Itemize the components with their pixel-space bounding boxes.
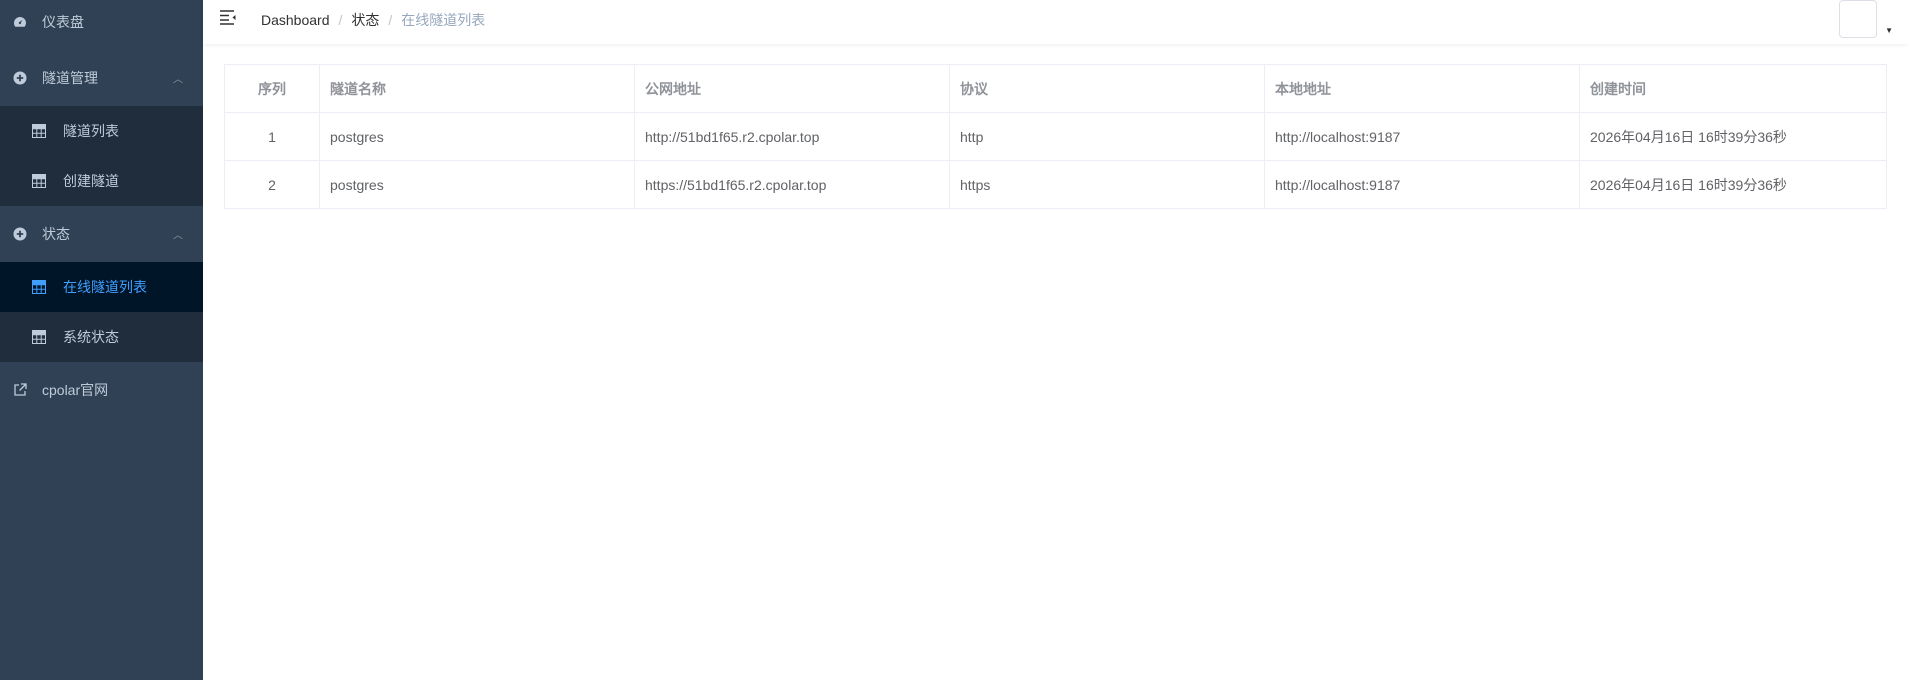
sidebar-item-tunnel-list[interactable]: 隧道列表 — [0, 106, 203, 156]
breadcrumb-separator: / — [338, 12, 343, 28]
sidebar: 仪表盘 隧道管理 ︿ 隧道列表 创建隧道 状态 ︿ 在线隧道列表 系统状态 cp… — [0, 0, 203, 680]
cell-public-url: http://51bd1f65.r2.cpolar.top — [634, 112, 950, 161]
cell-local-address: http://localhost:9187 — [1264, 112, 1580, 161]
sidebar-item-create-tunnel[interactable]: 创建隧道 — [0, 156, 203, 206]
menu-label-dashboard: 仪表盘 — [42, 14, 84, 30]
grid-icon — [32, 330, 46, 344]
hamburger-icon[interactable] — [219, 8, 237, 26]
dashboard-icon — [12, 14, 28, 30]
sidebar-label-create-tunnel: 创建隧道 — [63, 173, 119, 189]
menu-label-cpolar-website: cpolar官网 — [42, 382, 109, 398]
sidebar-item-online-tunnels[interactable]: 在线隧道列表 — [0, 262, 203, 312]
cell-local-address: http://localhost:9187 — [1264, 160, 1580, 209]
cell-public-url: https://51bd1f65.r2.cpolar.top — [634, 160, 950, 209]
column-header-created-time: 创建时间 — [1579, 64, 1887, 113]
breadcrumb-dashboard[interactable]: Dashboard — [261, 12, 330, 28]
sidebar-label-tunnel-list: 隧道列表 — [63, 123, 119, 139]
sidebar-label-system-status: 系统状态 — [63, 329, 119, 345]
cell-index: 2 — [224, 160, 320, 209]
menu-item-status[interactable]: 状态 ︿ — [0, 206, 203, 262]
table-header-row: 序列 隧道名称 公网地址 协议 本地地址 创建时间 — [224, 64, 1887, 113]
sidebar-label-online-tunnels: 在线隧道列表 — [63, 279, 147, 295]
breadcrumb-status: 状态 — [351, 12, 380, 28]
plus-circle-icon — [12, 70, 28, 86]
chevron-up-icon: ︿ — [173, 74, 183, 86]
sidebar-item-system-status[interactable]: 系统状态 — [0, 312, 203, 362]
column-header-protocol: 协议 — [949, 64, 1265, 113]
table-row: 2 postgres https://51bd1f65.r2.cpolar.to… — [224, 160, 1887, 209]
cell-tunnel-name: postgres — [319, 112, 635, 161]
menu-label-tunnel-management: 隧道管理 — [42, 70, 98, 86]
plus-circle-icon — [12, 226, 28, 242]
breadcrumb: Dashboard / 状态 / 在线隧道列表 — [261, 10, 485, 30]
chevron-up-icon: ︿ — [173, 230, 183, 242]
menu-label-status: 状态 — [42, 226, 70, 242]
column-header-public-url: 公网地址 — [634, 64, 950, 113]
avatar[interactable] — [1839, 0, 1877, 38]
navbar: Dashboard / 状态 / 在线隧道列表 ▼ — [203, 0, 1908, 44]
cell-tunnel-name: postgres — [319, 160, 635, 209]
column-header-index: 序列 — [224, 64, 320, 113]
menu-item-cpolar-website[interactable]: cpolar官网 — [0, 362, 203, 418]
cell-index: 1 — [224, 112, 320, 161]
breadcrumb-current: 在线隧道列表 — [401, 12, 486, 28]
caret-down-icon[interactable]: ▼ — [1885, 26, 1893, 35]
table-row: 1 postgres http://51bd1f65.r2.cpolar.top… — [224, 112, 1887, 161]
cell-protocol: http — [949, 112, 1265, 161]
breadcrumb-separator: / — [388, 12, 393, 28]
grid-icon — [32, 124, 46, 138]
grid-icon — [32, 280, 46, 294]
cell-protocol: https — [949, 160, 1265, 209]
main-content: 序列 隧道名称 公网地址 协议 本地地址 创建时间 1 postgres htt… — [224, 64, 1887, 209]
column-header-tunnel-name: 隧道名称 — [319, 64, 635, 113]
menu-item-tunnel-management[interactable]: 隧道管理 ︿ — [0, 50, 203, 106]
column-header-local-address: 本地地址 — [1264, 64, 1580, 113]
external-link-icon — [12, 382, 28, 398]
online-tunnels-table: 序列 隧道名称 公网地址 协议 本地地址 创建时间 1 postgres htt… — [224, 64, 1887, 209]
cell-created-time: 2026年04月16日 16时39分36秒 — [1579, 160, 1887, 209]
grid-icon — [32, 174, 46, 188]
menu-item-dashboard[interactable]: 仪表盘 — [0, 0, 203, 50]
cell-created-time: 2026年04月16日 16时39分36秒 — [1579, 112, 1887, 161]
